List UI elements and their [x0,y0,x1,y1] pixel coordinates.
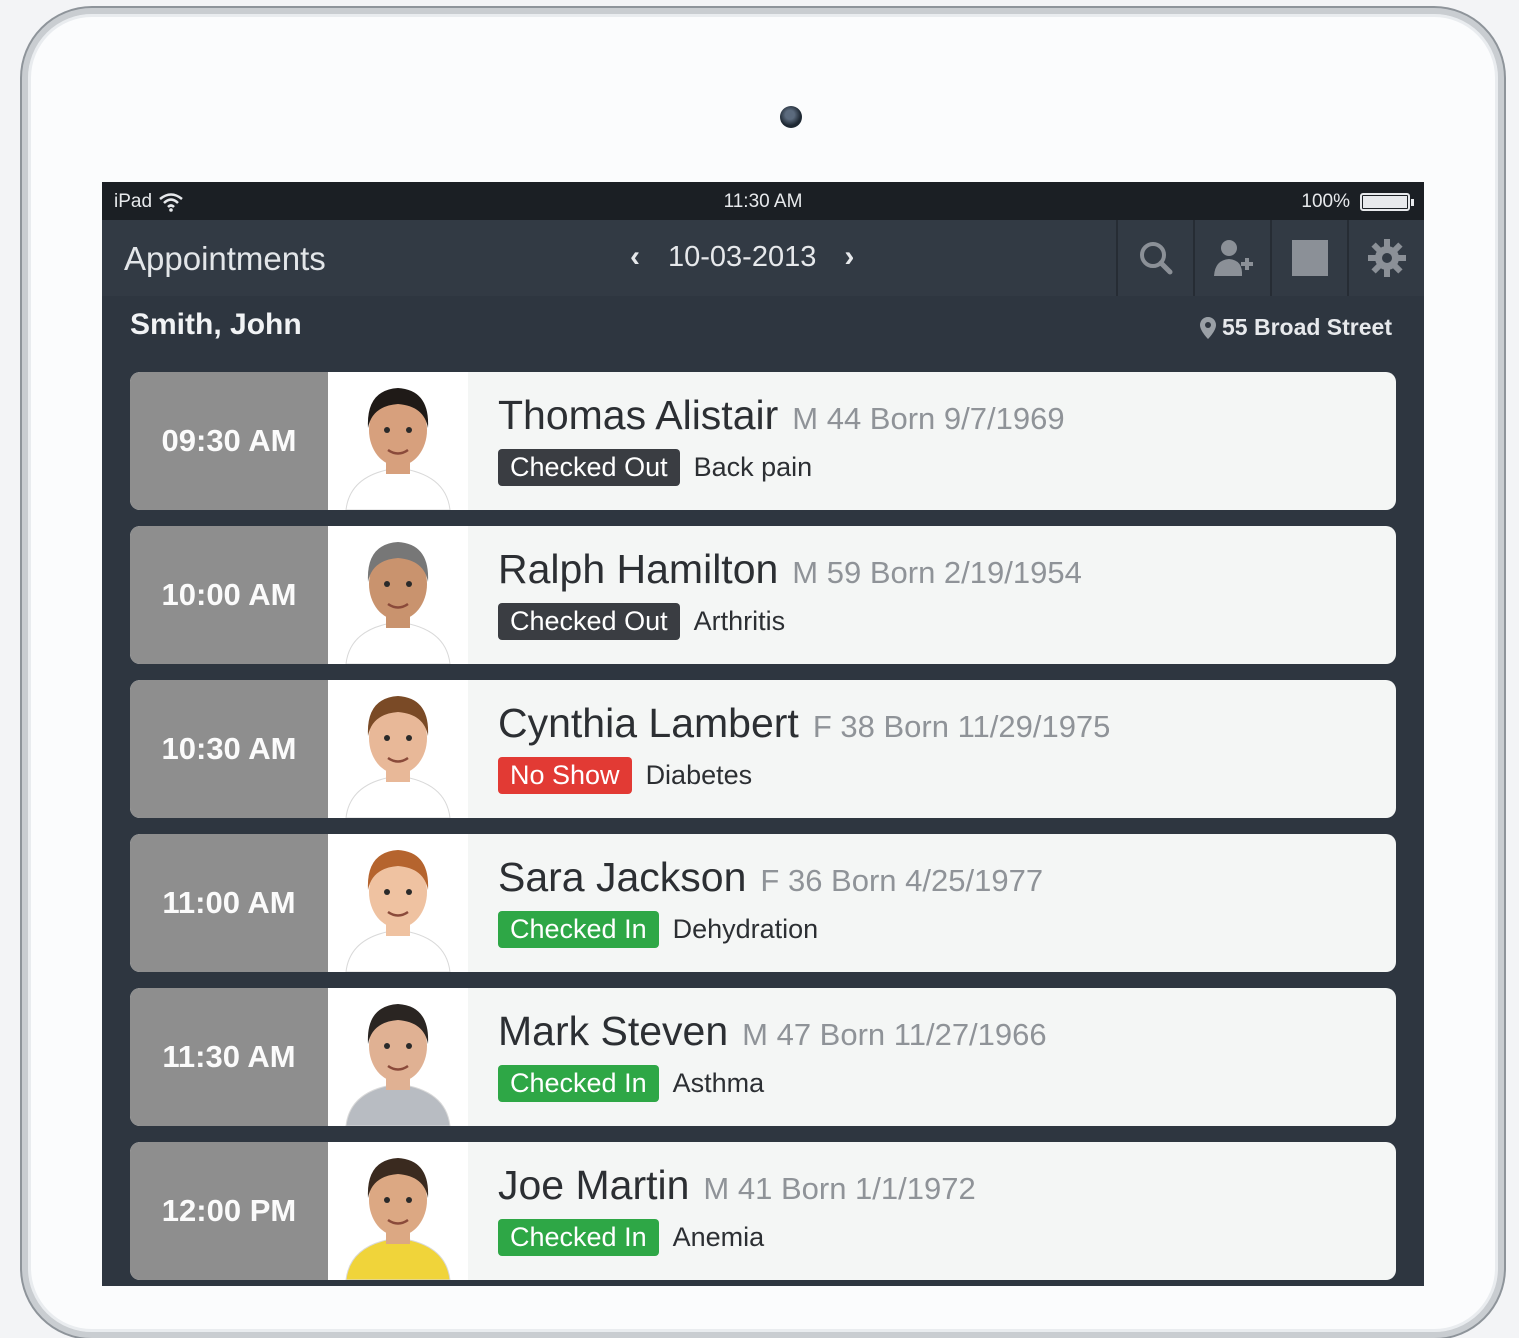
patient-photo [328,680,468,818]
calendar-icon [1291,240,1328,276]
appointment-row[interactable]: 11:00 AM Sara Jackson F 36 Born 4/25/197… [130,834,1396,972]
search-button[interactable] [1116,220,1193,296]
provider-name: Smith, John [130,308,302,341]
patient-demographics: F 38 Born 11/29/1975 [812,709,1111,744]
patient-photo [328,834,468,972]
appointment-time: 11:00 AM [130,834,328,972]
patient-photo [328,526,468,664]
map-pin-icon [1199,316,1216,339]
patient-demographics: M 59 Born 2/19/1954 [792,555,1082,590]
status-badge[interactable]: Checked In [498,911,659,948]
patient-photo [328,372,468,510]
patient-demographics: M 44 Born 9/7/1969 [792,401,1065,436]
search-icon [1139,242,1172,275]
patient-avatar [345,696,451,818]
appointment-row[interactable]: 10:00 AM Ralph Hamilton M 59 Born 2/19/1… [130,526,1396,664]
add-user-icon [1213,240,1253,276]
location-label: 55 Broad Street [1221,314,1392,340]
nav-bar: Appointments ‹ 10-03-2013 › [102,220,1424,296]
status-badge[interactable]: Checked In [498,1219,659,1256]
appointment-row[interactable]: 10:30 AM Cynthia Lambert F 38 Born 11/29… [130,680,1396,818]
patient-avatar [345,1004,451,1126]
patient-name[interactable]: Mark Steven [498,1008,728,1055]
patient-name[interactable]: Thomas Alistair [498,392,778,439]
patient-demographics: M 47 Born 11/27/1966 [742,1017,1047,1052]
status-badge[interactable]: Checked Out [498,603,680,640]
visit-reason: Back pain [693,452,813,482]
location-link[interactable]: 55 Broad Street [1199,314,1392,341]
appointment-time: 12:00 PM [130,1142,328,1280]
visit-reason: Asthma [672,1068,765,1098]
patient-name[interactable]: Ralph Hamilton [498,546,778,593]
visit-reason: Diabetes [645,760,753,790]
appointment-time: 10:30 AM [130,680,328,818]
status-badge[interactable]: Checked In [498,1065,659,1102]
app-screen: iPad 11:30 AM 100% Appointments ‹ 10-03-… [102,182,1424,1286]
page-title: Appointments [124,240,326,277]
patient-avatar [345,1158,451,1280]
visit-reason: Dehydration [672,914,819,944]
appointment-time: 10:00 AM [130,526,328,664]
battery-percent: 100% [1301,191,1350,212]
patient-photo [328,1142,468,1280]
visit-reason: Anemia [672,1222,765,1252]
settings-button[interactable] [1347,220,1424,296]
gear-icon [1367,239,1406,277]
battery-icon [1360,193,1414,211]
status-bar: iPad 11:30 AM 100% [102,182,1424,220]
visit-reason: Arthritis [693,606,786,636]
status-time: 11:30 AM [723,191,803,212]
appointment-list: 09:30 AM Thomas Alistair M 44 Born 9/7/1… [130,372,1396,1286]
appointment-time: 09:30 AM [130,372,328,510]
calendar-button[interactable] [1270,220,1347,296]
status-badge[interactable]: No Show [498,757,632,794]
patient-name[interactable]: Cynthia Lambert [498,700,799,747]
patient-demographics: F 36 Born 4/25/1977 [760,863,1044,898]
patient-photo [328,988,468,1126]
chevron-right-icon[interactable]: › [844,240,854,274]
patient-name[interactable]: Sara Jackson [498,854,746,901]
patient-avatar [345,542,451,664]
current-date: 10-03-2013 [668,240,817,273]
camera-dot [780,106,802,128]
appointment-row[interactable]: 11:30 AM Mark Steven M 47 Born 11/27/196… [130,988,1396,1126]
patient-avatar [345,850,451,972]
add-patient-button[interactable] [1193,220,1270,296]
appointment-time: 11:30 AM [130,988,328,1126]
patient-avatar [345,388,451,510]
toolbar [1116,220,1424,296]
provider-bar: Smith, John 55 Broad Street [102,296,1424,354]
patient-demographics: M 41 Born 1/1/1972 [703,1171,976,1206]
date-navigator: ‹ 10-03-2013 › [630,240,854,274]
patient-name[interactable]: Joe Martin [498,1162,689,1209]
chevron-left-icon[interactable]: ‹ [630,240,640,274]
appointment-row[interactable]: 09:30 AM Thomas Alistair M 44 Born 9/7/1… [130,372,1396,510]
status-badge[interactable]: Checked Out [498,449,680,486]
appointment-row[interactable]: 12:00 PM Joe Martin M 41 Born 1/1/1972 C… [130,1142,1396,1280]
